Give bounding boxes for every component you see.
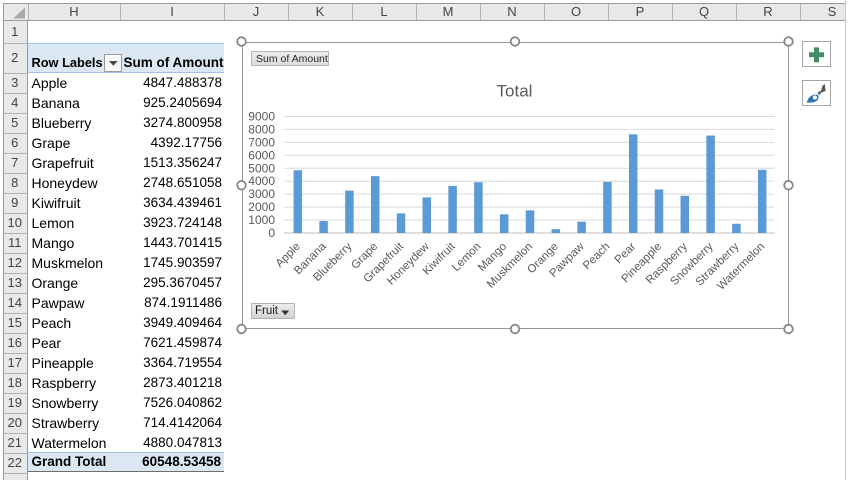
svg-text:Peach: Peach (580, 240, 612, 272)
svg-text:9000: 9000 (248, 109, 275, 123)
svg-text:6000: 6000 (248, 148, 275, 162)
svg-text:7000: 7000 (248, 135, 275, 149)
svg-text:5000: 5000 (248, 161, 275, 175)
svg-text:2000: 2000 (248, 200, 275, 214)
svg-text:4000: 4000 (248, 174, 275, 188)
svg-text:8000: 8000 (248, 122, 275, 136)
svg-text:Total: Total (496, 81, 532, 100)
svg-text:3000: 3000 (248, 187, 275, 201)
svg-text:1000: 1000 (248, 213, 275, 227)
svg-text:0: 0 (268, 226, 275, 240)
